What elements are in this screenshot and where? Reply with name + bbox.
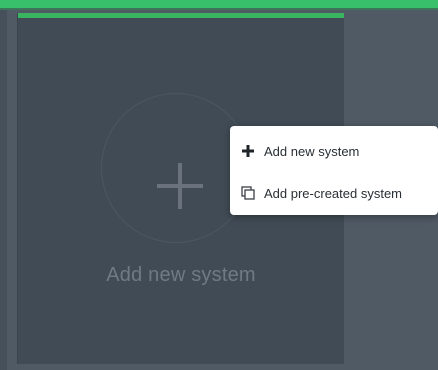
add-circle: [101, 93, 251, 243]
card-accent-bar: [18, 13, 344, 18]
menu-item-label: Add new system: [264, 143, 360, 159]
menu-item-add-new-system[interactable]: Add new system: [230, 135, 438, 167]
plus-icon: [240, 143, 256, 159]
menu-item-label: Add pre-created system: [264, 185, 403, 201]
menu-item-add-pre-created-system[interactable]: Add pre-created system: [230, 177, 438, 209]
top-accent-bar: [0, 0, 438, 8]
card-label: Add new system: [106, 264, 256, 286]
copy-icon: [240, 185, 256, 201]
left-gutter: [0, 10, 7, 370]
add-system-menu: Add new system Add pre-created system: [230, 126, 438, 215]
top-accent-shadow: [0, 8, 438, 10]
plus-icon-horizontal: [157, 184, 203, 188]
